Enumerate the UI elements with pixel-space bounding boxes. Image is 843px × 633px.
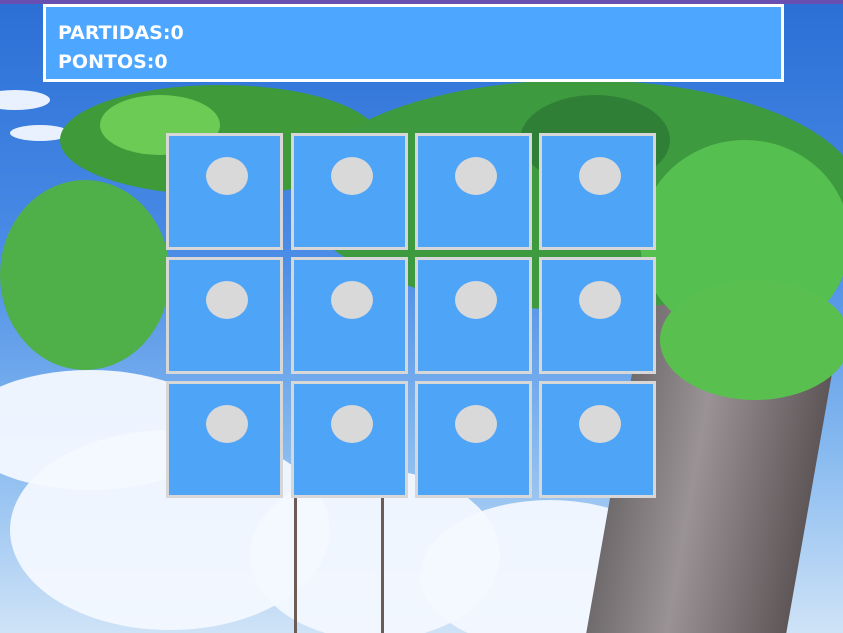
card-back-dot-icon bbox=[206, 157, 248, 195]
cloud bbox=[0, 90, 50, 110]
memory-card[interactable] bbox=[539, 133, 656, 250]
memory-card[interactable] bbox=[166, 257, 283, 374]
points-counter: PONTOS:0 bbox=[58, 51, 168, 73]
memory-card[interactable] bbox=[166, 133, 283, 250]
card-back-dot-icon bbox=[331, 157, 373, 195]
swing-rope bbox=[381, 490, 384, 633]
memory-card[interactable] bbox=[291, 257, 408, 374]
card-back-dot-icon bbox=[455, 405, 497, 443]
memory-card[interactable] bbox=[539, 381, 656, 498]
card-back-dot-icon bbox=[455, 157, 497, 195]
card-back-dot-icon bbox=[206, 281, 248, 319]
card-back-dot-icon bbox=[579, 281, 621, 319]
memory-card[interactable] bbox=[415, 381, 532, 498]
card-back-dot-icon bbox=[331, 281, 373, 319]
swing-rope bbox=[294, 490, 297, 633]
foliage bbox=[660, 280, 843, 400]
card-board bbox=[166, 133, 662, 504]
card-back-dot-icon bbox=[579, 157, 621, 195]
foliage bbox=[0, 180, 170, 370]
matches-counter: PARTIDAS:0 bbox=[58, 22, 184, 44]
memory-card[interactable] bbox=[415, 133, 532, 250]
card-back-dot-icon bbox=[579, 405, 621, 443]
memory-card[interactable] bbox=[415, 257, 532, 374]
memory-card[interactable] bbox=[291, 133, 408, 250]
card-back-dot-icon bbox=[206, 405, 248, 443]
memory-card[interactable] bbox=[539, 257, 656, 374]
memory-card[interactable] bbox=[166, 381, 283, 498]
memory-card[interactable] bbox=[291, 381, 408, 498]
card-back-dot-icon bbox=[455, 281, 497, 319]
card-back-dot-icon bbox=[331, 405, 373, 443]
scoreboard: PARTIDAS:0 PONTOS:0 bbox=[43, 4, 784, 82]
